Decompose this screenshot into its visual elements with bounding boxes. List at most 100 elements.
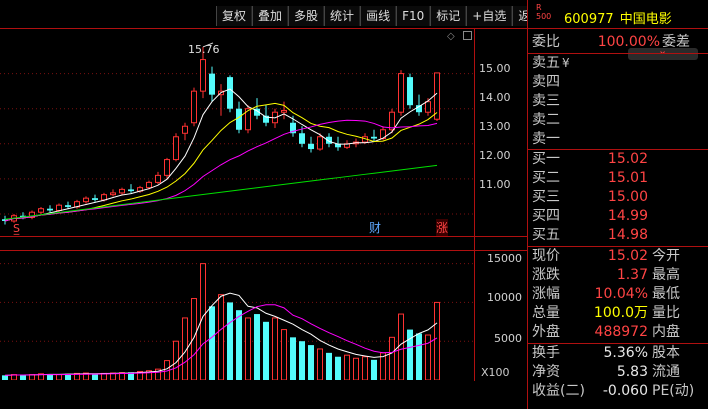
buy-row[interactable]: 买五 14.98 [528,226,708,245]
current-price-value: 15.02 [607,248,648,264]
buy4-price: 14.99 [607,208,648,224]
toolbar-button-mark[interactable]: 标记 [430,6,467,26]
buy2-price: 15.01 [607,170,648,186]
volume-bar [218,294,224,380]
chart-toolbar: 复权 叠加 多股 统计 画线 F10 标记 +自选 返回 [216,6,549,26]
volume-unit-label: X100 [481,366,510,379]
buy1-label: 买一 [532,151,560,167]
sell-row[interactable]: 卖四 [528,73,708,92]
volume-bar [389,336,395,380]
buy-row[interactable]: 买一 15.02 [528,150,708,169]
outer-volume-value: 488972 [594,324,648,340]
stock-code: 600977 中国电影 [564,8,672,27]
candle-body [38,208,44,213]
volume-bar [434,301,440,380]
high-label: 最高 [652,267,680,283]
buy-row[interactable]: 买四 14.99 [528,207,708,226]
toolbar-button-fuquan[interactable]: 复权 [216,6,253,26]
share-capital-label: 股本 [652,345,680,361]
volume-bar [20,374,26,380]
buy4-label: 买四 [532,208,560,224]
toolbar-button-stats[interactable]: 统计 [324,6,361,26]
sell1-label: 卖一 [532,131,560,147]
candle-body [110,192,116,196]
sell-row[interactable]: 卖五 ¥ [528,54,708,73]
volume-bar [326,352,332,380]
sell-row[interactable]: 卖三 [528,92,708,111]
buy5-label: 买五 [532,227,560,243]
candle-body [227,77,233,109]
volume-bar [191,298,197,380]
buy-row[interactable]: 买二 15.01 [528,169,708,188]
volume-bar [281,329,287,380]
toolbar-button-add-watchlist[interactable]: +自选 [466,6,513,26]
r-badge: R 500 [536,3,551,21]
marker-s[interactable]: S̲ [13,222,20,235]
quote-row: 涨幅 10.04% 最低 [528,285,708,304]
candle-body [101,194,107,201]
sell-row[interactable]: 卖一 [528,130,708,149]
candle-body [317,136,323,150]
open-label: 今开 [652,248,680,264]
sell3-label: 卖三 [532,93,560,109]
candle-body [308,143,314,150]
candle-body [389,111,395,131]
candle-body [398,73,404,113]
price-tick: 14.00 [479,91,511,104]
volume-tick: 10000 [487,291,522,304]
quote-panel: R 500 600977 中国电影 委比 100.00% 委差 ⌄ 卖五 ¥ 卖… [528,0,708,409]
candle-body [173,136,179,161]
quote-row: 净资 5.83 流通 [528,363,708,382]
weibi-label: 委比 [532,34,560,50]
buy2-label: 买二 [532,170,560,186]
volume-tick: 5000 [494,332,522,345]
yen-icon: ¥ [562,56,570,70]
candle-body [83,197,89,203]
candle-body [56,204,62,211]
float-label: 流通 [652,364,680,380]
candle-body [155,174,161,183]
quote-row: 外盘 488972 内盘 [528,323,708,342]
high-price-annotation: 15.76 [188,43,220,56]
r-badge-top: R [536,3,542,12]
volume-bar [236,310,242,380]
candle-body [200,59,206,92]
candle-body [128,189,134,192]
eps-label: 收益(二) [532,383,585,399]
volume-bar [398,313,404,380]
net-assets-label: 净资 [532,364,560,380]
volume-bar [272,317,278,380]
volume-bar [299,341,305,380]
toolbar-button-overlay[interactable]: 叠加 [252,6,289,26]
candle-body [47,208,53,211]
volume-bar [29,374,35,380]
marker-limit-up[interactable]: 涨 [436,219,449,236]
candle-body [182,125,188,134]
volume-bar [56,374,62,380]
quote-row: 总量 100.0万 量比 [528,304,708,323]
candle-body [299,133,305,144]
toolbar-button-f10[interactable]: F10 [396,6,431,26]
sell5-label: 卖五 [532,55,560,71]
volume-bar [2,375,8,380]
volume-bar [245,317,251,380]
change-value: 1.37 [616,267,648,283]
candle-body [164,159,170,176]
diamond-icon[interactable]: ◇ [447,31,455,42]
buy-row[interactable]: 买三 15.00 [528,188,708,207]
sell2-label: 卖二 [532,112,560,128]
candle-body [146,181,152,189]
toolbar-button-multi-stock[interactable]: 多股 [288,6,325,26]
candle-body [434,72,440,120]
volume-bar [353,357,359,380]
toolbar-button-draw-line[interactable]: 画线 [360,6,397,26]
sell-row[interactable]: 卖二 [528,111,708,130]
stock-header: R 500 600977 中国电影 [528,0,708,29]
moving-average-line [4,102,438,222]
net-assets-value: 5.83 [616,364,648,380]
candlestick-chart[interactable] [0,28,474,380]
marker-financial[interactable]: 财 [369,219,381,236]
square-icon[interactable] [463,31,472,40]
volume-ratio-label: 量比 [652,305,680,321]
quote-row: 现价 15.02 今开 [528,247,708,266]
